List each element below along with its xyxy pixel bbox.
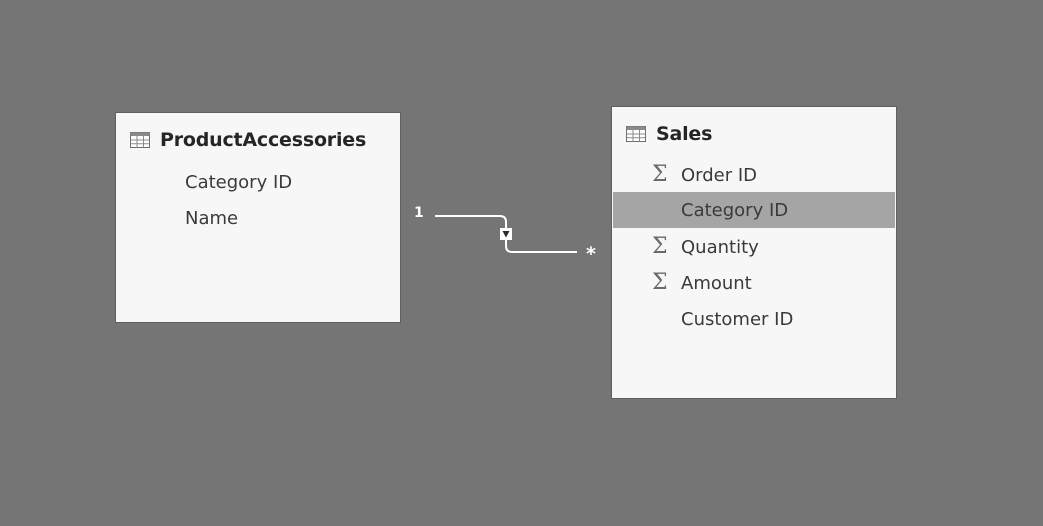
cardinality-many-label: *: [586, 243, 596, 265]
table-title: ProductAccessories: [160, 129, 367, 151]
field-row-category-id-selected[interactable]: Category ID: [613, 192, 895, 228]
field-row-order-id[interactable]: Σ Order ID: [613, 157, 895, 193]
field-row-quantity[interactable]: Σ Quantity: [613, 229, 895, 265]
field-row-customer-id[interactable]: Customer ID: [613, 301, 895, 337]
table-icon: [130, 132, 150, 148]
relationship-line: [435, 215, 577, 253]
table-card-productaccessories[interactable]: ProductAccessories Category ID Name: [115, 112, 401, 323]
sigma-icon: Σ: [652, 234, 668, 259]
table-title: Sales: [656, 123, 713, 145]
field-label: Category ID: [185, 171, 293, 193]
sigma-icon: Σ: [652, 270, 668, 295]
table-icon: [626, 126, 646, 142]
cardinality-one-label: 1: [414, 205, 424, 221]
table-header[interactable]: Sales: [626, 121, 712, 147]
field-row-name[interactable]: Name: [117, 200, 399, 236]
field-label: Name: [185, 207, 239, 229]
table-card-sales[interactable]: Sales Σ Order ID Category ID Σ Quantity …: [611, 106, 897, 399]
filter-direction-marker: [500, 228, 512, 240]
field-row-amount[interactable]: Σ Amount: [613, 265, 895, 301]
field-label: Category ID: [681, 199, 789, 221]
field-row-category-id[interactable]: Category ID: [117, 164, 399, 200]
sigma-icon: Σ: [652, 162, 668, 187]
table-header[interactable]: ProductAccessories: [130, 127, 366, 153]
field-label: Amount: [681, 272, 752, 294]
filter-arrow-down-icon: [502, 231, 510, 238]
field-label: Quantity: [681, 236, 759, 258]
field-label: Customer ID: [681, 308, 794, 330]
field-label: Order ID: [681, 164, 758, 186]
